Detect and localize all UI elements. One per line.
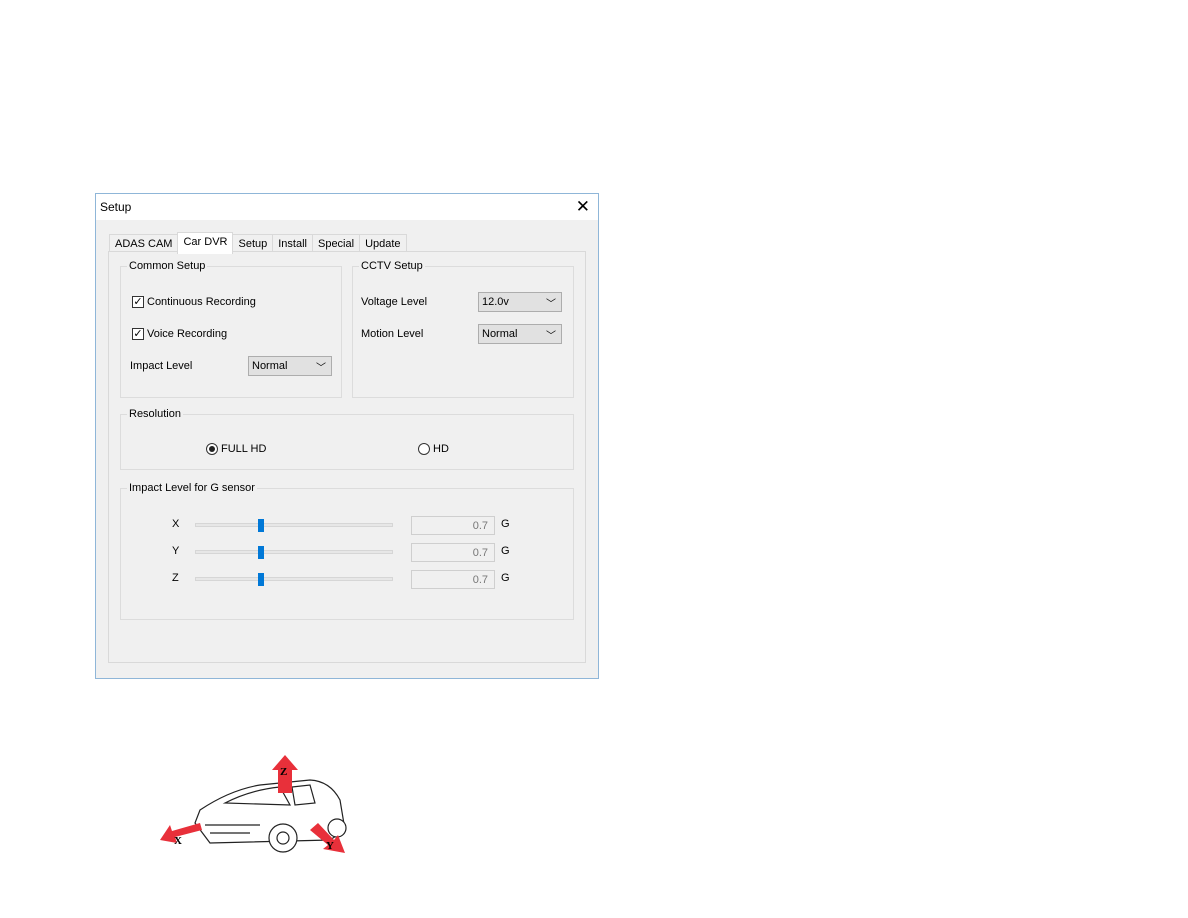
- axis-z-label: Z: [172, 572, 179, 584]
- motion-level-select[interactable]: Normal ﹀: [478, 324, 562, 344]
- full-hd-label: FULL HD: [221, 443, 267, 455]
- voice-recording-label: Voice Recording: [147, 328, 228, 340]
- chevron-down-icon: ﹀: [316, 363, 326, 374]
- slider-thumb[interactable]: [257, 519, 264, 532]
- unit-label: G: [501, 572, 510, 584]
- voltage-level-label: Voltage Level: [361, 296, 428, 308]
- axis-y-slider[interactable]: [195, 546, 393, 559]
- full-hd-radio[interactable]: [206, 443, 218, 455]
- cctv-setup-legend: CCTV Setup: [361, 260, 423, 272]
- g-sensor-legend: Impact Level for G sensor: [129, 482, 255, 494]
- motion-level-label: Motion Level: [361, 328, 424, 340]
- unit-label: G: [501, 518, 510, 530]
- cctv-setup-group: CCTV Setup Voltage Level 12.0v ﹀ Motion L…: [352, 260, 574, 398]
- svg-text:Y: Y: [326, 840, 334, 852]
- voice-recording-checkbox[interactable]: ✓: [132, 328, 144, 340]
- axis-x-value[interactable]: 0.7: [411, 516, 495, 535]
- x-arrow: X: [160, 823, 202, 847]
- axis-x-label: X: [172, 518, 180, 530]
- slider-thumb[interactable]: [257, 546, 264, 559]
- unit-label: G: [501, 545, 510, 557]
- svg-text:Z: Z: [280, 766, 287, 778]
- hd-label: HD: [433, 443, 449, 455]
- axis-x-slider[interactable]: [195, 519, 393, 532]
- axis-y-value[interactable]: 0.7: [411, 543, 495, 562]
- setup-window: Setup ✕ ADAS CAM Car DVR Setup Install S…: [95, 193, 599, 679]
- motion-level-value: Normal: [482, 328, 518, 340]
- resolution-group: Resolution FULL HD HD: [120, 408, 574, 470]
- slider-thumb[interactable]: [257, 573, 264, 586]
- close-icon[interactable]: ✕: [576, 197, 590, 217]
- chevron-down-icon: ﹀: [546, 299, 556, 310]
- common-setup-group: Common Setup ✓ Continuous Recording ✓ Vo…: [120, 260, 342, 398]
- voltage-level-value: 12.0v: [482, 296, 509, 308]
- continuous-recording-label: Continuous Recording: [147, 296, 256, 308]
- common-setup-legend: Common Setup: [129, 260, 206, 272]
- hd-radio[interactable]: [418, 443, 430, 455]
- voltage-level-select[interactable]: 12.0v ﹀: [478, 292, 562, 312]
- svg-text:X: X: [174, 835, 182, 847]
- axis-y-label: Y: [172, 545, 180, 557]
- chevron-down-icon: ﹀: [546, 331, 556, 342]
- car-dvr-panel: Common Setup ✓ Continuous Recording ✓ Vo…: [108, 251, 586, 663]
- tab-car-dvr[interactable]: Car DVR: [177, 232, 234, 254]
- axis-z-value[interactable]: 0.7: [411, 570, 495, 589]
- continuous-recording-checkbox[interactable]: ✓: [132, 296, 144, 308]
- impact-level-label: Impact Level: [130, 360, 193, 372]
- car-axes-illustration: Z X Y: [160, 755, 347, 853]
- window-title: Setup: [100, 200, 132, 214]
- g-sensor-group: Impact Level for G sensor X 0.7 G Y 0.7 G…: [120, 482, 574, 620]
- title-bar: Setup ✕: [96, 194, 598, 220]
- resolution-legend: Resolution: [129, 408, 181, 420]
- axis-z-slider[interactable]: [195, 573, 393, 586]
- impact-level-select[interactable]: Normal ﹀: [248, 356, 332, 376]
- impact-level-value: Normal: [252, 360, 288, 372]
